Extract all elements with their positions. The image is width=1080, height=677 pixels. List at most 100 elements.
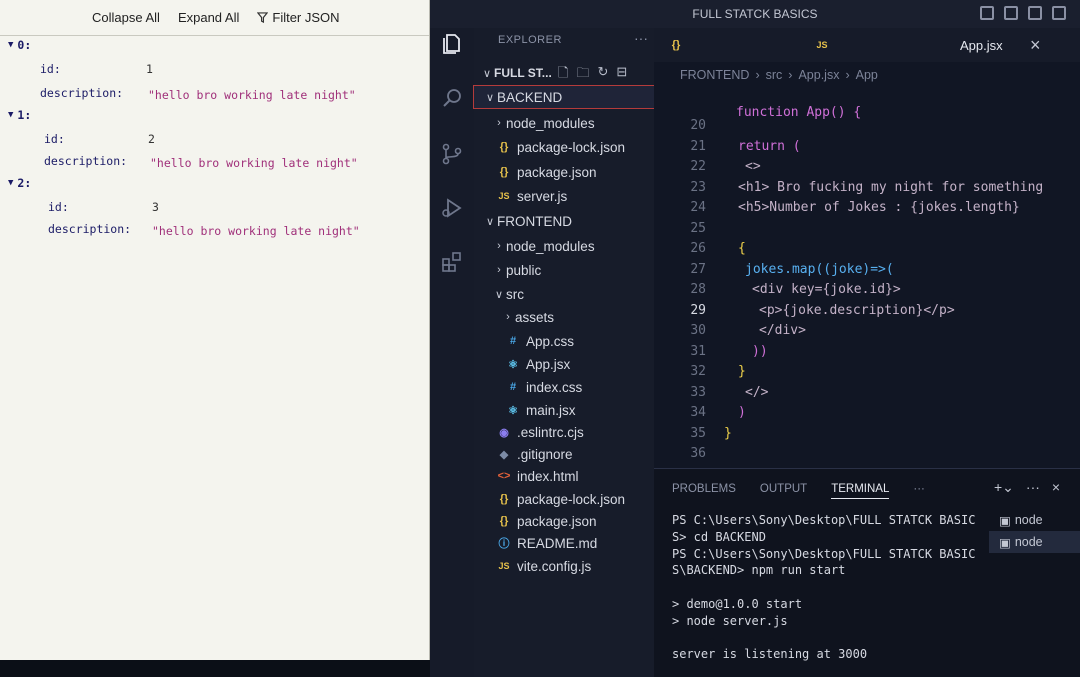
json-file-icon: {} — [499, 141, 509, 153]
code-line[interactable]: 35} — [654, 426, 1080, 447]
expand-all-button[interactable]: Expand All — [178, 10, 239, 25]
tree-item[interactable]: {} package.json — [474, 510, 654, 532]
terminal-instance[interactable]: ▣ node — [989, 509, 1080, 531]
tree-item[interactable]: ∨ src — [474, 283, 654, 305]
close-panel-icon[interactable]: × — [1052, 479, 1060, 496]
code-line[interactable]: 26 { — [654, 241, 1080, 262]
tab-json-file[interactable]: {} — [668, 28, 689, 62]
tree-item[interactable]: # App.css — [474, 330, 654, 352]
tree-item[interactable]: ◆ .gitignore — [474, 443, 654, 465]
tree-item[interactable]: › node_modules — [474, 112, 654, 134]
json-key: description: — [40, 86, 124, 100]
tree-item[interactable]: ⓘ README.md — [474, 532, 654, 554]
close-tab-icon[interactable]: × — [1030, 28, 1041, 62]
code-line[interactable]: 25 — [654, 221, 1080, 242]
tab-js-file[interactable]: JS — [814, 28, 835, 62]
toggle-panel-icon[interactable] — [1004, 6, 1018, 20]
code-line[interactable]: 34) — [654, 405, 1080, 426]
chevron-right-icon: › — [497, 117, 501, 129]
tree-item[interactable]: ◉ .eslintrc.cjs — [474, 421, 654, 443]
code-line[interactable]: 22 <> — [654, 159, 1080, 180]
code-line[interactable]: 30 </div> — [654, 323, 1080, 344]
code-line[interactable]: 20 — [654, 118, 1080, 139]
new-terminal-icon[interactable]: +⌄ — [994, 479, 1014, 496]
breadcrumb-separator: › — [845, 68, 850, 82]
json-index: 0: — [17, 38, 32, 52]
tree-item[interactable]: # index.css — [474, 376, 654, 398]
code-line[interactable]: 31)) — [654, 344, 1080, 365]
collapse-all-button[interactable]: Collapse All — [92, 10, 160, 25]
code-line[interactable]: 28 <div key={joke.id}> — [654, 282, 1080, 303]
breadcrumb-item[interactable]: FRONTEND — [680, 68, 749, 82]
more-actions-icon[interactable]: ··· — [634, 30, 648, 46]
json-index: 1: — [17, 108, 32, 122]
tree-item[interactable]: {} package-lock.json — [474, 488, 654, 510]
code-text: )) — [752, 343, 768, 359]
search-icon[interactable] — [440, 86, 464, 110]
chevron-right-icon: › — [497, 240, 501, 252]
window-title: FULL STATCK BASICS — [692, 7, 818, 21]
tree-item[interactable]: ⚛ main.jsx — [474, 399, 654, 421]
tree-item[interactable]: ∨ FRONTEND — [474, 210, 654, 232]
activity-bar — [430, 28, 474, 677]
json-key: description: — [48, 222, 132, 236]
code-line[interactable]: 21 return ( — [654, 139, 1080, 160]
tree-item[interactable]: ⚛ App.jsx — [474, 353, 654, 375]
tree-item[interactable]: {} package-lock.json — [474, 136, 654, 158]
tree-item[interactable]: JS vite.config.js — [474, 555, 654, 577]
code-line[interactable]: 24 <h5>Number of Jokes : {jokes.length} — [654, 200, 1080, 221]
json-value: 1 — [146, 62, 153, 76]
terminal-line: S> cd BACKEND — [672, 529, 766, 544]
breadcrumb-item[interactable]: App.jsx — [798, 68, 839, 82]
panel-more-icon[interactable]: ··· — [913, 483, 925, 499]
tree-item[interactable]: › assets — [474, 306, 654, 328]
toggle-sidebar-icon[interactable] — [980, 6, 994, 20]
refresh-icon[interactable]: ↻ — [597, 64, 608, 86]
tab-app-jsx[interactable]: App.jsx — [960, 28, 1003, 62]
sticky-scroll-line[interactable]: function App() { — [654, 90, 1080, 120]
tree-item[interactable]: ∨ BACKEND — [473, 85, 655, 109]
code-line[interactable]: 27 jokes.map((joke)=>( — [654, 262, 1080, 283]
panel-overflow-icon[interactable]: ··· — [1026, 479, 1040, 496]
code-line[interactable]: 23 <h1> Bro fucking my night for somethin… — [654, 180, 1080, 201]
line-number: 31 — [690, 343, 706, 359]
code-line[interactable]: 32} — [654, 364, 1080, 385]
json-key: description: — [44, 154, 128, 168]
tree-item[interactable]: › public — [474, 259, 654, 281]
code-line[interactable]: 36 — [654, 446, 1080, 467]
terminal-instance[interactable]: ▣ node — [989, 531, 1080, 553]
tab-terminal[interactable]: TERMINAL — [831, 483, 890, 499]
collapse-folders-icon[interactable]: ⊟ — [616, 64, 627, 86]
extensions-icon[interactable] — [440, 250, 464, 274]
run-debug-icon[interactable] — [440, 196, 464, 220]
new-folder-icon[interactable]: 🗀 — [576, 64, 589, 86]
breadcrumb-item[interactable]: App — [856, 68, 878, 82]
code-text: ) — [738, 405, 746, 420]
source-control-icon[interactable] — [440, 142, 464, 166]
tab-output[interactable]: OUTPUT — [760, 483, 807, 499]
panel-tabs: PROBLEMS OUTPUT TERMINAL ··· — [672, 483, 925, 499]
json-viewer: Collapse All Expand All Filter JSON ▼ 0:… — [0, 0, 430, 660]
json-item-toggle[interactable]: ▼ 1: — [8, 108, 31, 122]
customize-layout-icon[interactable] — [1052, 6, 1066, 20]
tree-item[interactable]: JS server.js — [474, 185, 654, 207]
tree-item-label: src — [506, 286, 524, 302]
tree-item[interactable]: {} package.json — [474, 161, 654, 183]
json-key: id: — [44, 132, 65, 146]
explorer-icon[interactable] — [440, 32, 464, 56]
code-line[interactable]: 33 </> — [654, 385, 1080, 406]
new-file-icon[interactable]: 🗋 — [558, 64, 568, 86]
code-text: jokes.map((joke)=>( — [745, 261, 894, 277]
tree-item[interactable]: <> index.html — [474, 465, 654, 487]
tree-item-label: BACKEND — [497, 89, 563, 105]
tree-item-label: main.jsx — [526, 402, 576, 418]
toggle-secondary-sidebar-icon[interactable] — [1028, 6, 1042, 20]
json-item-toggle[interactable]: ▼ 0: — [8, 38, 31, 52]
tab-problems[interactable]: PROBLEMS — [672, 483, 736, 499]
json-toolbar: Collapse All Expand All Filter JSON — [0, 0, 429, 36]
tree-item[interactable]: › node_modules — [474, 235, 654, 257]
json-item-toggle[interactable]: ▼ 2: — [8, 176, 31, 190]
filter-json-button[interactable]: Filter JSON — [257, 10, 340, 25]
breadcrumb-item[interactable]: src — [766, 68, 783, 82]
code-line[interactable]: 29 <p>{joke.description}</p> — [654, 303, 1080, 324]
